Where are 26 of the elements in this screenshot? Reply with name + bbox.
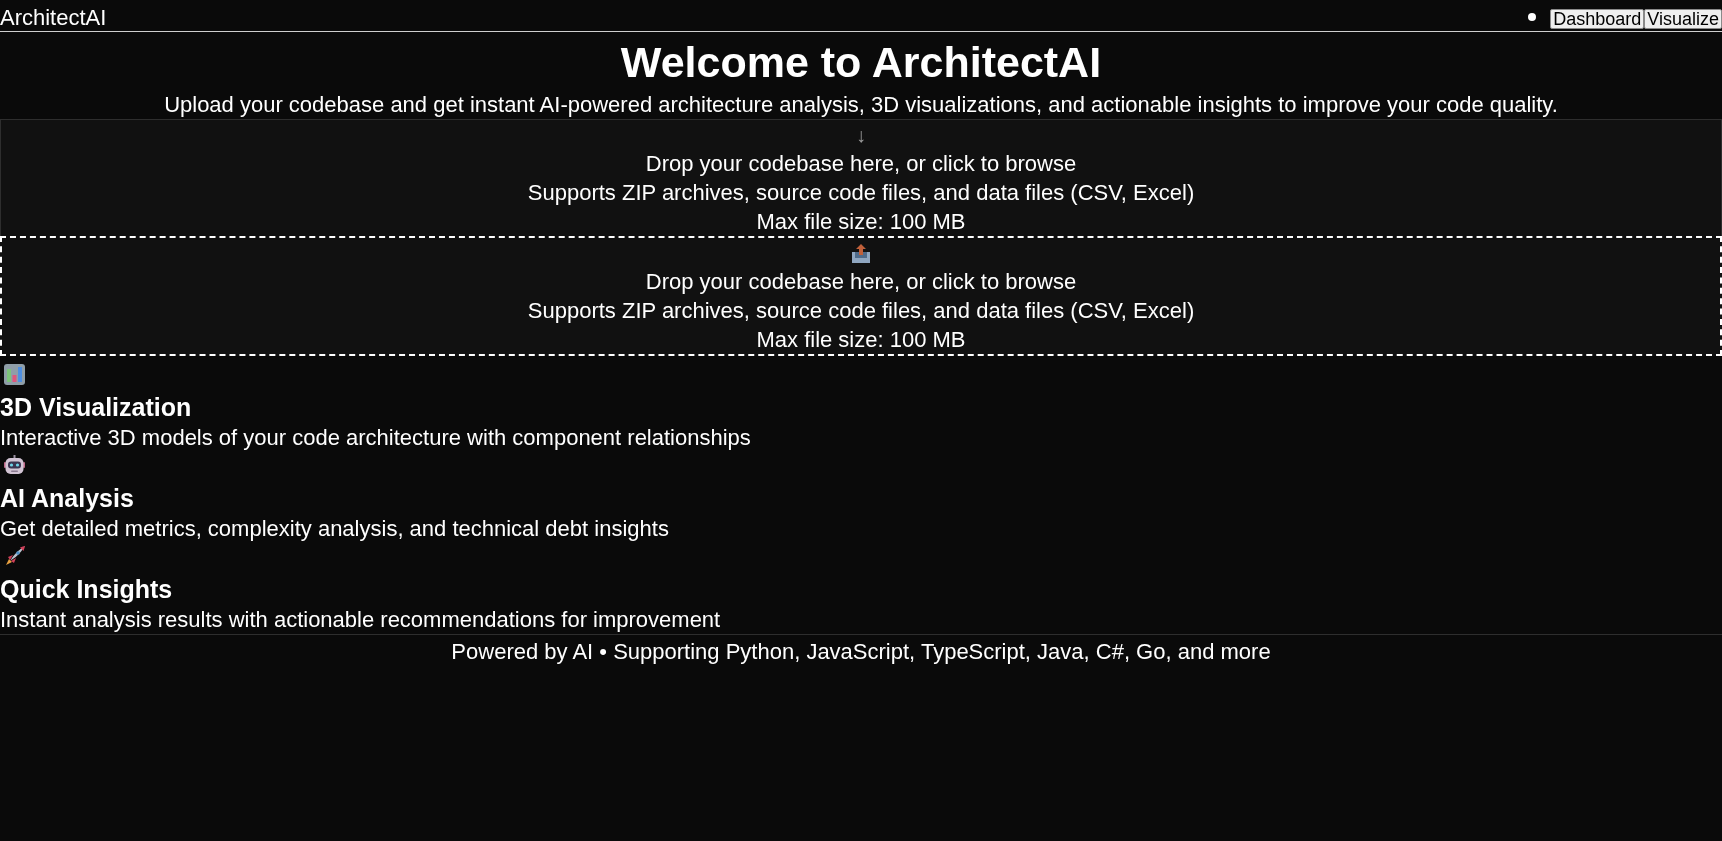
drop-prompt: Drop your codebase here, or click to browse [645,268,1077,296]
page-subtitle: Upload your codebase and get instant AI-powered architecture analysis, 3D visualizations, and actionable insights to improve your code quality. [163,91,1559,119]
supported-formats-text: Supports ZIP archives, source code files, and data files (CSV, Excel) [527,297,1195,325]
feature-title: AI Analysis [0,483,134,514]
feature-description: Instant analysis results with actionable recommendations for improvement [0,606,721,634]
feature-title: 3D Visualization [0,392,192,423]
drop-prompt: Drop your codebase here, or click to browse [645,150,1077,178]
feature-title: Quick Insights [0,574,173,605]
page-title: Welcome to ArchitectAI [619,37,1103,88]
feature-description: Get detailed metrics, complexity analysis, and technical debt insights [0,515,669,543]
rocket-icon [4,546,25,567]
bar-chart-icon [4,364,25,385]
file-size-limit: Max file size: 100 MB [756,208,966,236]
app-logo[interactable]: ArchitectAI [0,0,107,31]
footer-text: Powered by AI • Supporting Python, JavaScript, TypeScript, Java, C#, Go, and more [451,638,1271,666]
drop-zone[interactable]: Drop your codebase here, or click to browse Supports ZIP archives, source code files, and data files (CSV, Excel) Max file size: 100 MB [0,236,1722,356]
file-size-limit: Max file size: 100 MB [756,326,966,354]
bullet-icon [1528,13,1537,21]
supported-formats-text: Supports ZIP archives, source code files, and data files (CSV, Excel) [527,179,1195,207]
tray-upload-icon [851,243,871,264]
nav-button[interactable]: Dashboard [1550,9,1645,29]
robot-icon [4,455,25,476]
nav-button[interactable]: Visualize [1644,9,1722,29]
down-arrow-icon: ↓ [856,123,866,146]
drop-zone[interactable]: ↓ Drop your codebase here, or click to browse Supports ZIP archives, source code files, and data files (CSV, Excel) Max file size: 100 MB [0,119,1722,236]
feature-description: Interactive 3D models of your code architecture with component relationships [0,424,751,452]
